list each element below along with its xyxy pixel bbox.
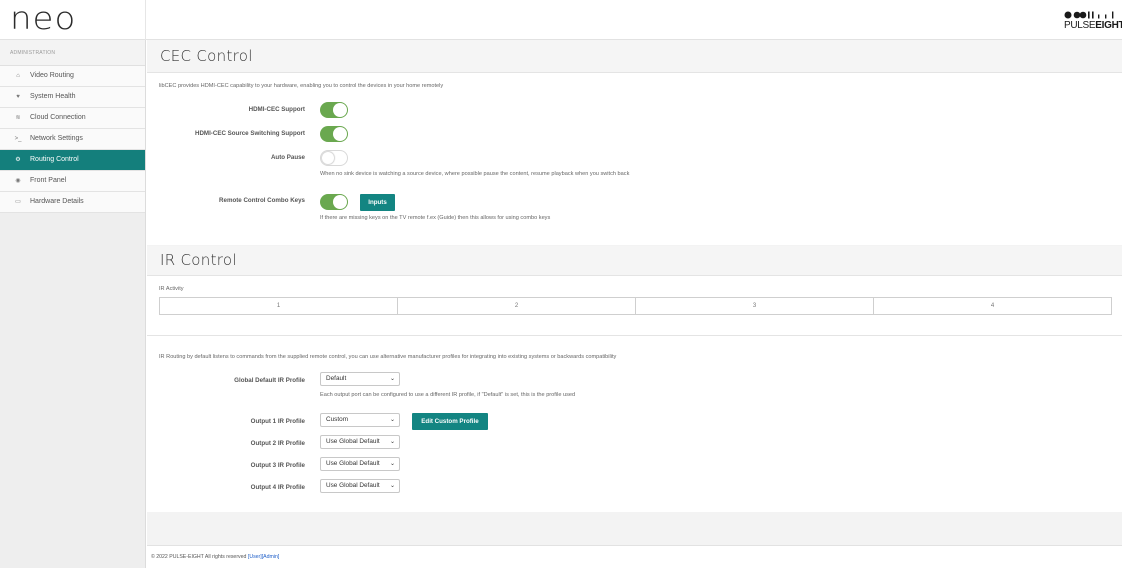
pulse-eight-dots-icon	[1064, 11, 1114, 19]
home-icon: ⌂	[16, 73, 20, 79]
combo-keys-help: If there are missing keys on the TV remo…	[320, 215, 551, 221]
ir-activity-section: IR Activity 123 4	[147, 276, 1122, 336]
sidebar-item-network-settings[interactable]: >_ Network Settings	[0, 129, 145, 150]
sidebar-item-front-panel[interactable]: ◉ Front Panel	[0, 171, 145, 192]
chevron-down-icon: ⌄	[389, 461, 395, 467]
combo-keys-toggle[interactable]	[320, 194, 348, 210]
cec-description: libCEC provides HDMI-CEC capability to y…	[159, 83, 444, 89]
brand-pulse: PULSE	[1064, 20, 1096, 31]
auto-pause-help: When no sink device is watching a source…	[320, 171, 630, 177]
sidebar-menu: ⌂ Video Routing ♥ System Health ≋ Cloud Conne…	[0, 66, 145, 213]
cec-title: CEC Control	[160, 47, 253, 65]
sidebar-item-label: Front Panel	[30, 177, 67, 184]
footer: © 2022 PULSE-EIGHT All rights reserved […	[147, 545, 1122, 568]
output-2-profile-value: Use Global Default	[326, 438, 380, 445]
chevron-down-icon: ⌄	[389, 376, 395, 382]
cogs-icon: ⚙	[15, 157, 21, 163]
ir-activity-cell: 2	[398, 298, 636, 314]
top-bar: neo PULSEEIGHT	[0, 0, 1122, 40]
source-switching-toggle[interactable]	[320, 126, 348, 142]
sidebar-item-routing-control[interactable]: ⚙ Routing Control	[0, 150, 145, 171]
output-3-profile-value: Use Global Default	[326, 460, 380, 467]
wifi-icon: ≋	[15, 115, 21, 121]
auto-pause-toggle[interactable]	[320, 150, 348, 166]
ir-title: IR Control	[160, 251, 237, 269]
combo-keys-label: Remote Control Combo Keys	[219, 197, 305, 204]
edit-custom-profile-button[interactable]: Edit Custom Profile	[412, 413, 488, 430]
output-2-profile-label: Output 2 IR Profile	[250, 440, 305, 447]
admin-link[interactable]: [Admin]	[262, 554, 280, 560]
sidebar-item-label: Video Routing	[30, 72, 74, 79]
global-profile-help: Each output port can be configured to us…	[320, 392, 576, 398]
global-profile-label: Global Default IR Profile	[234, 377, 305, 384]
ir-activity-cell: 4	[990, 303, 995, 309]
output-3-profile-label: Output 3 IR Profile	[250, 462, 305, 469]
cec-panel: CEC Control libCEC provides HDMI-CEC cap…	[147, 40, 1122, 245]
brand-eight: EIGHT	[1095, 20, 1122, 31]
sidebar-item-hardware-details[interactable]: ▭ Hardware Details	[0, 192, 145, 213]
chevron-down-icon: ⌄	[389, 417, 395, 423]
output-4-profile-select[interactable]: Use Global Default ⌄	[320, 479, 400, 493]
ir-activity-label: IR Activity	[159, 286, 184, 292]
sidebar-item-label: System Health	[30, 93, 76, 100]
output-4-profile-label: Output 4 IR Profile	[250, 484, 305, 491]
ir-activity-cell: 3	[636, 298, 874, 314]
sidebar: ADMINISTRATION ⌂ Video Routing ♥ System Hea…	[0, 40, 146, 568]
sidebar-section-title: ADMINISTRATION	[0, 40, 145, 66]
hdmi-cec-label: HDMI-CEC Support	[248, 106, 305, 113]
ir-activity-cell: 1	[160, 298, 398, 314]
heart-icon: ♥	[16, 94, 20, 100]
output-2-profile-select[interactable]: Use Global Default ⌄	[320, 435, 400, 449]
ir-routing-description: IR Routing by default listens to command…	[159, 354, 617, 360]
logo-area: neo	[0, 0, 146, 40]
output-1-profile-value: Custom	[326, 416, 349, 423]
auto-pause-label: Auto Pause	[270, 154, 305, 161]
neo-logo[interactable]: neo	[10, 2, 76, 35]
ir-activity-bar: 123 4	[159, 297, 1112, 315]
global-profile-value: Default	[326, 375, 347, 382]
inputs-button[interactable]: Inputs	[360, 194, 395, 211]
chevron-down-icon: ⌄	[389, 439, 395, 445]
source-switching-label: HDMI-CEC Source Switching Support	[194, 130, 305, 137]
sidebar-item-system-health[interactable]: ♥ System Health	[0, 87, 145, 108]
ir-panel: IR Control IR Activity 123 4 IR Routing b…	[147, 246, 1122, 512]
sidebar-item-label: Hardware Details	[30, 198, 84, 205]
sidebar-item-label: Routing Control	[30, 156, 79, 163]
output-1-profile-select[interactable]: Custom ⌄	[320, 413, 400, 427]
chevron-down-icon: ⌄	[389, 483, 395, 489]
terminal-icon: >_	[14, 136, 22, 142]
sidebar-item-video-routing[interactable]: ⌂ Video Routing	[0, 66, 145, 87]
user-link[interactable]: [User]	[248, 554, 262, 560]
global-profile-select[interactable]: Default ⌄	[320, 372, 400, 386]
copyright-text: © 2022 PULSE-EIGHT All rights reserved	[151, 554, 247, 560]
output-1-profile-label: Output 1 IR Profile	[250, 418, 305, 425]
circle-icon: ◉	[15, 178, 21, 184]
hdd-icon: ▭	[15, 199, 21, 205]
sidebar-item-label: Network Settings	[30, 135, 83, 142]
pulse-eight-logo: PULSEEIGHT	[1064, 11, 1122, 33]
main-content: CEC Control libCEC provides HDMI-CEC cap…	[147, 40, 1122, 568]
output-3-profile-select[interactable]: Use Global Default ⌄	[320, 457, 400, 471]
sidebar-item-label: Cloud Connection	[30, 114, 86, 121]
sidebar-item-cloud-connection[interactable]: ≋ Cloud Connection	[0, 108, 145, 129]
hdmi-cec-toggle[interactable]	[320, 102, 348, 118]
output-4-profile-value: Use Global Default	[326, 482, 380, 489]
